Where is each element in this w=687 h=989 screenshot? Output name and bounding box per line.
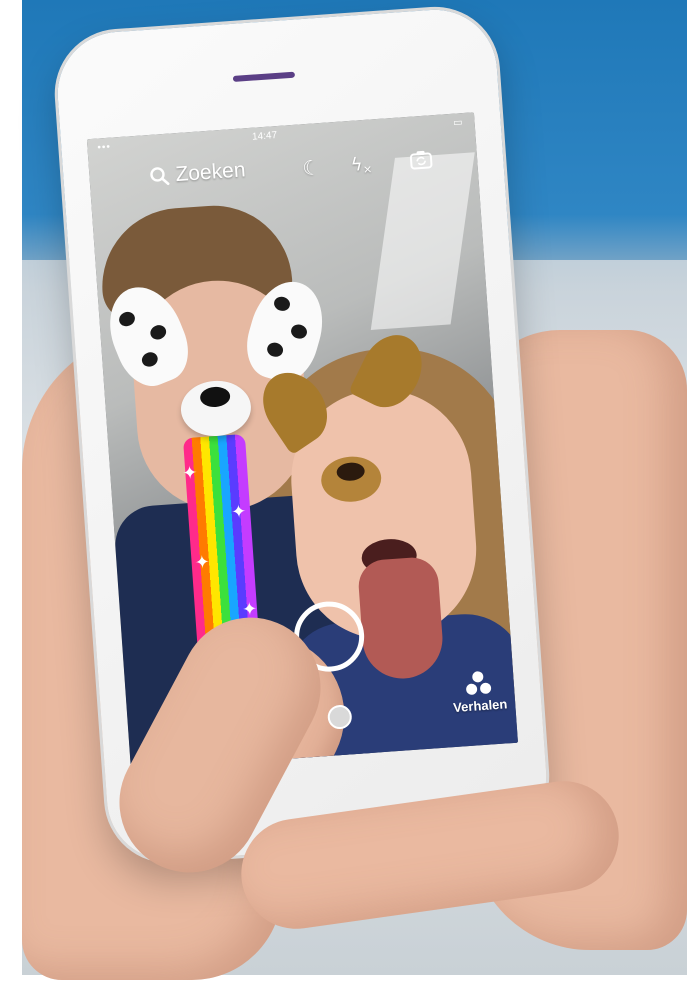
search-label: Zoeken [174, 158, 247, 187]
status-time: 14:47 [251, 130, 278, 143]
moon-icon[interactable]: ☾ [296, 153, 326, 183]
flip-camera-icon[interactable] [406, 145, 436, 175]
stories-button[interactable]: Verhalen [451, 669, 508, 715]
sparkle-icon: ✦ [181, 462, 199, 485]
phone-speaker [232, 71, 296, 82]
stories-icon [463, 670, 495, 696]
signal-indicator: ••• [97, 141, 112, 154]
flash-off-icon[interactable]: ϟ × [346, 149, 376, 179]
dog-tongue-filter [356, 555, 446, 682]
sparkle-icon: ✦ [230, 501, 248, 524]
battery-icon: ▭ [452, 117, 463, 129]
sparkle-icon: ✦ [193, 551, 211, 574]
search-icon [150, 167, 170, 186]
